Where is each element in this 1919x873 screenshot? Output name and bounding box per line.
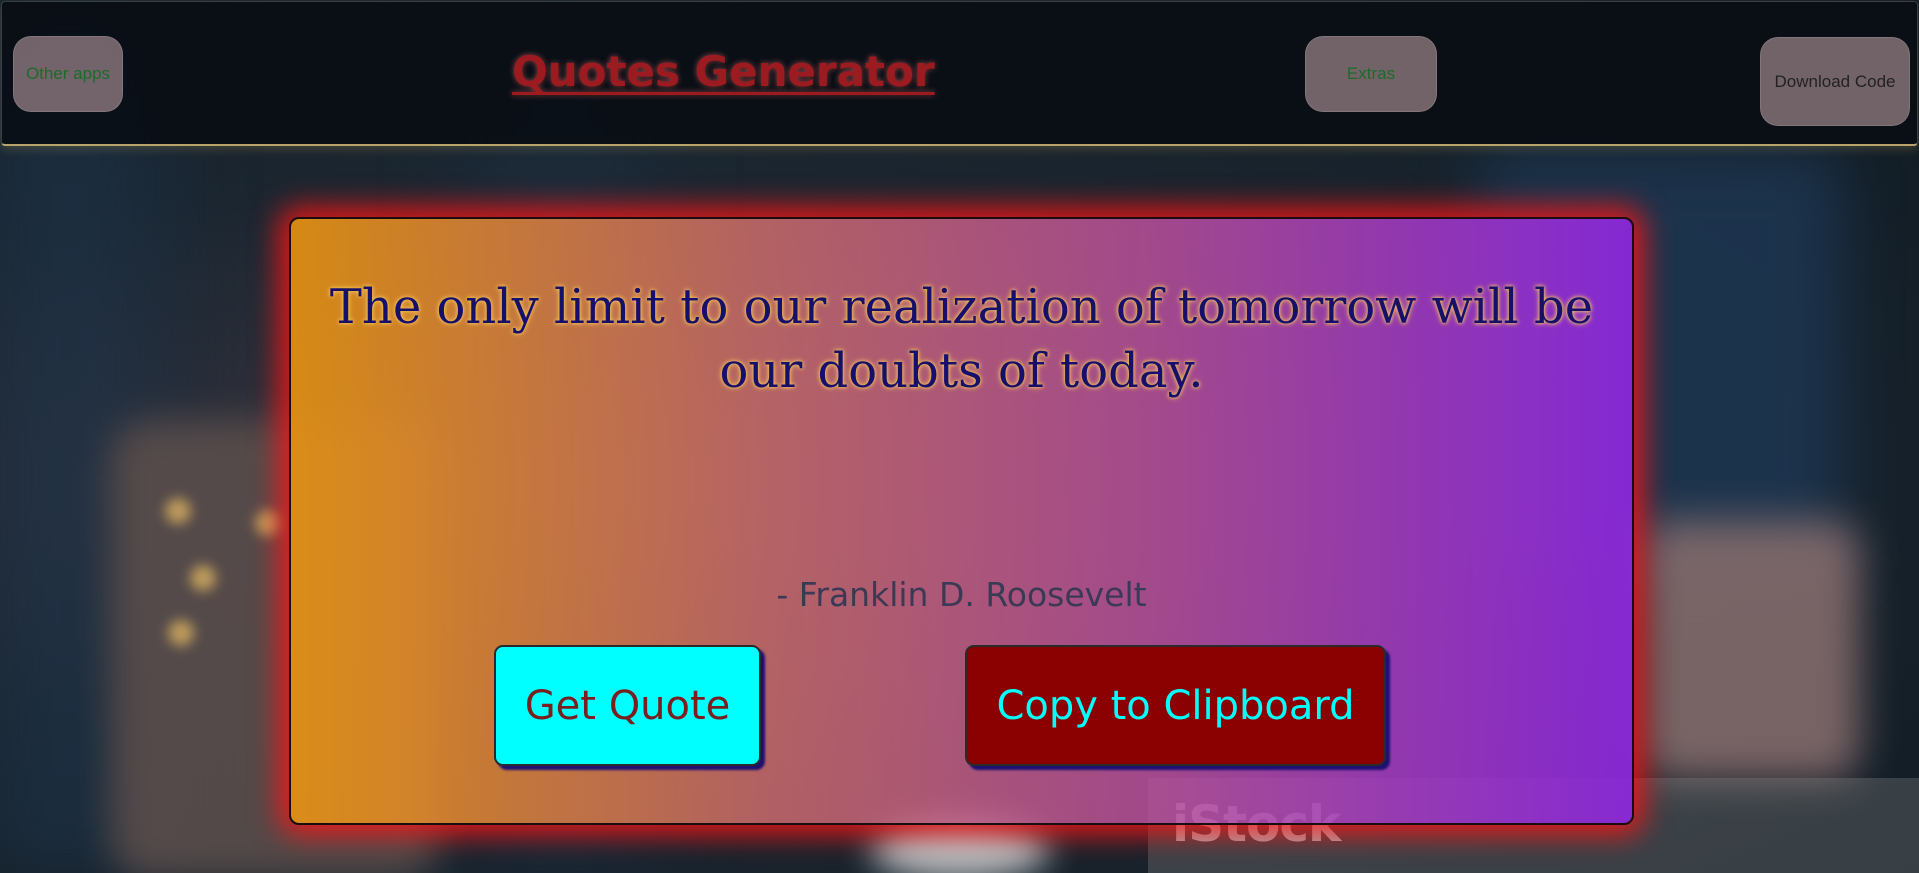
quote-text: The only limit to our realization of tom… xyxy=(329,279,1594,399)
get-quote-button[interactable]: Get Quote xyxy=(494,645,761,766)
top-navbar: Other apps Quotes Generator Extras Downl… xyxy=(1,1,1918,146)
background-sparkle xyxy=(165,498,191,524)
background-sparkle xyxy=(255,510,281,536)
background-sparkle xyxy=(190,565,216,591)
download-code-button[interactable]: Download Code xyxy=(1760,37,1910,126)
quote-card: The only limit to our realization of tom… xyxy=(289,217,1634,825)
copy-to-clipboard-button[interactable]: Copy to Clipboard xyxy=(965,645,1386,766)
quote-author: - Franklin D. Roosevelt xyxy=(776,575,1147,614)
background-hand xyxy=(1640,520,1860,780)
background-bulb-glow xyxy=(870,820,1050,873)
page-title: Quotes Generator xyxy=(512,47,935,96)
other-apps-button[interactable]: Other apps xyxy=(13,36,123,112)
background-sparkle xyxy=(168,620,194,646)
extras-button[interactable]: Extras xyxy=(1305,36,1437,112)
